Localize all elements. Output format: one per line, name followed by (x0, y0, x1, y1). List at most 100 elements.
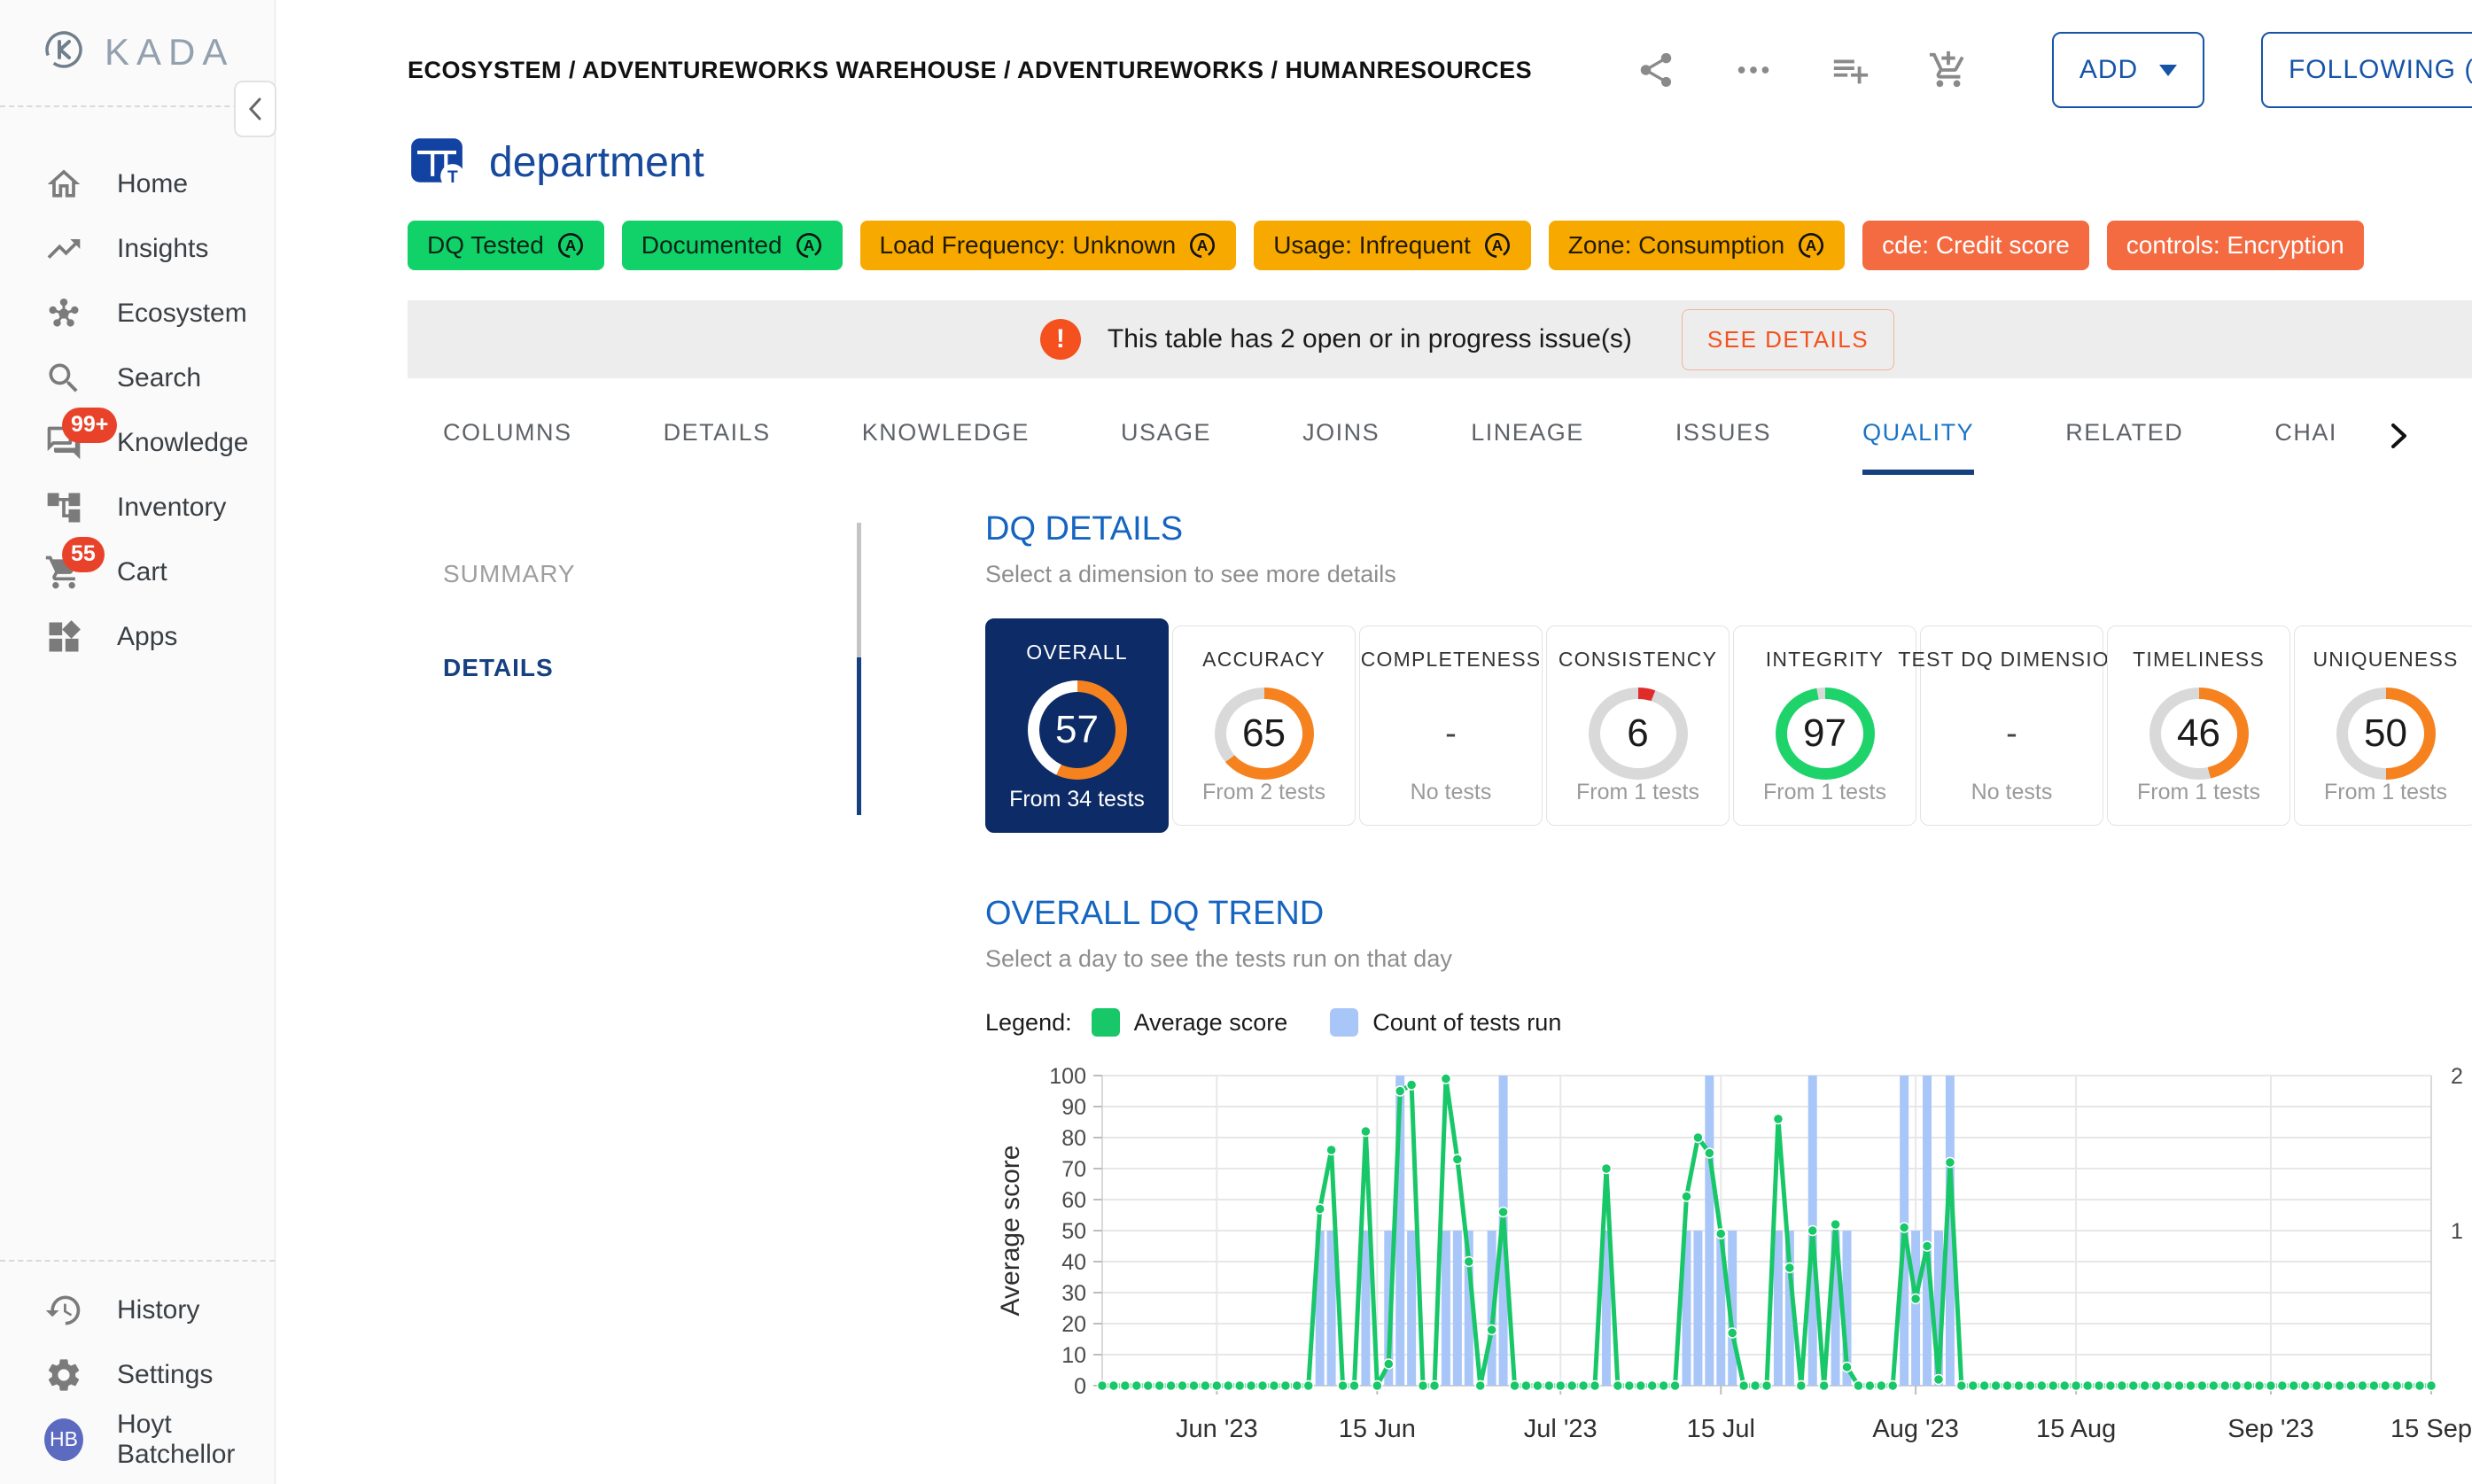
dq-card-test-dq-dimension[interactable]: TEST DQ DIMENSION - No tests (1920, 625, 2103, 826)
sidebar-item-search[interactable]: Search (0, 346, 275, 410)
quality-subnav: SUMMARY DETAILS (408, 510, 861, 1484)
issues-alert-banner: ! This table has 2 open or in progress i… (408, 300, 2472, 378)
svg-text:50: 50 (1061, 1219, 1086, 1244)
dq-score-ring: 46 (2149, 688, 2249, 780)
dq-score-ring: 6 (1589, 688, 1688, 780)
dq-card-completeness[interactable]: COMPLETENESS - No tests (1359, 625, 1543, 826)
svg-text:15 Jun: 15 Jun (1339, 1415, 1416, 1443)
auto-tag-icon: A (1797, 231, 1825, 260)
cart-badge: 55 (62, 537, 105, 572)
avatar: HB (44, 1418, 83, 1461)
sidebar-item-history[interactable]: History (0, 1278, 275, 1342)
dq-dimension-cards: OVERALL 57 From 34 tests ACCURACY 65 Fro… (985, 625, 2472, 833)
dq-card-timeliness[interactable]: TIMELINESS 46 From 1 tests (2107, 625, 2290, 826)
svg-text:A: A (565, 237, 577, 254)
svg-text:Jun '23: Jun '23 (1176, 1415, 1258, 1443)
sidebar-item-cart[interactable]: 55 Cart (0, 540, 275, 604)
user-name: Hoyt Batchellor (117, 1410, 275, 1470)
warning-icon: ! (1040, 319, 1081, 360)
hub-icon (44, 294, 83, 333)
tab-knowledge[interactable]: KNOWLEDGE (862, 419, 1030, 475)
svg-text:40: 40 (1061, 1250, 1086, 1275)
trending-up-icon (44, 229, 83, 268)
tag-load-frequency[interactable]: Load Frequency: Unknown A (860, 221, 1237, 270)
tag-documented[interactable]: Documented A (622, 221, 843, 270)
tag-zone[interactable]: Zone: Consumption A (1549, 221, 1845, 270)
tag-chips: DQ Tested A Documented A Load Frequency:… (408, 221, 2472, 270)
tab-related[interactable]: RELATED (2065, 419, 2183, 475)
tab-joins[interactable]: JOINS (1302, 419, 1380, 475)
dq-trend-subtitle: Select a day to see the tests run on tha… (985, 945, 2472, 973)
sidebar: KADA Home Insights (0, 0, 276, 1484)
sidebar-collapse-button[interactable] (234, 81, 276, 137)
auto-tag-icon: A (795, 231, 823, 260)
svg-text:T: T (447, 168, 458, 187)
legend-swatch-blue (1330, 1008, 1358, 1037)
sidebar-item-inventory[interactable]: Inventory (0, 475, 275, 540)
sidebar-item-settings[interactable]: Settings (0, 1342, 275, 1407)
brand: KADA (0, 0, 275, 77)
dq-details-subtitle: Select a dimension to see more details (985, 561, 2472, 588)
add-to-cart-icon[interactable] (1928, 50, 1969, 90)
tag-usage[interactable]: Usage: Infrequent A (1254, 221, 1531, 270)
dq-card-overall[interactable]: OVERALL 57 From 34 tests (985, 618, 1169, 833)
tab-lineage[interactable]: LINEAGE (1471, 419, 1584, 475)
gear-icon (44, 1356, 83, 1395)
more-options-icon[interactable] (1733, 50, 1774, 90)
tag-controls[interactable]: controls: Encryption (2107, 221, 2364, 270)
svg-text:2: 2 (2451, 1064, 2463, 1089)
subnav-summary[interactable]: SUMMARY (443, 560, 857, 588)
svg-text:70: 70 (1061, 1157, 1086, 1182)
caret-down-icon (2159, 65, 2177, 76)
sidebar-item-ecosystem[interactable]: Ecosystem (0, 281, 275, 346)
svg-text:A: A (1806, 237, 1817, 254)
dq-card-consistency[interactable]: CONSISTENCY 6 From 1 tests (1546, 625, 1730, 826)
dq-card-accuracy[interactable]: ACCURACY 65 From 2 tests (1172, 625, 1356, 826)
sidebar-nav: Home Insights (0, 152, 275, 669)
legend-title: Legend: (985, 1009, 1072, 1037)
sidebar-item-knowledge[interactable]: 99+ Knowledge (0, 410, 275, 475)
add-button[interactable]: ADD (2052, 32, 2204, 108)
chart-legend: Legend: Average score Count of tests run (985, 1008, 2472, 1037)
sidebar-item-insights[interactable]: Insights (0, 216, 275, 281)
tag-cde[interactable]: cde: Credit score (1862, 221, 2089, 270)
sidebar-footer-divider (0, 1260, 275, 1262)
tab-quality[interactable]: QUALITY (1862, 419, 1974, 475)
kada-logo-icon (41, 27, 87, 77)
tab-changes-truncated[interactable]: CHAI (2274, 419, 2337, 475)
search-icon (44, 359, 83, 398)
table-icon: T (408, 131, 466, 194)
share-icon[interactable] (1636, 50, 1676, 90)
svg-text:Aug '23: Aug '23 (1872, 1415, 1958, 1443)
subnav-details[interactable]: DETAILS (443, 654, 857, 682)
svg-text:15 Jul: 15 Jul (1687, 1415, 1755, 1443)
tab-issues[interactable]: ISSUES (1675, 419, 1771, 475)
main-content: ECOSYSTEM / ADVENTUREWORKS WAREHOUSE / A… (276, 0, 2472, 1484)
svg-text:80: 80 (1061, 1126, 1086, 1151)
tab-columns[interactable]: COLUMNS (443, 419, 572, 475)
svg-text:Jul '23: Jul '23 (1524, 1415, 1597, 1443)
svg-text:15 Sep: 15 Sep (2390, 1415, 2472, 1443)
dq-score-ring: 57 (1028, 680, 1127, 780)
knowledge-badge: 99+ (62, 408, 117, 443)
following-button[interactable]: FOLLOWING (1) (2261, 32, 2472, 108)
dq-card-integrity[interactable]: INTEGRITY 97 From 1 tests (1733, 625, 1916, 826)
dq-trend-chart[interactable]: 0102030405060708090100Jun '2315 JunJul '… (985, 1051, 2472, 1484)
playlist-add-icon[interactable] (1831, 50, 1871, 90)
sidebar-item-apps[interactable]: Apps (0, 604, 275, 669)
dq-details-heading: DQ DETAILS (985, 510, 2472, 548)
tab-usage[interactable]: USAGE (1121, 419, 1211, 475)
dq-score-ring: 97 (1776, 688, 1875, 780)
tabs-scroll-right-icon[interactable] (2387, 421, 2410, 475)
tag-dq-tested[interactable]: DQ Tested A (408, 221, 604, 270)
svg-text:30: 30 (1061, 1281, 1086, 1306)
see-details-button[interactable]: SEE DETAILS (1682, 309, 1894, 370)
dq-score-ring: 50 (2336, 688, 2436, 780)
sidebar-item-home[interactable]: Home (0, 152, 275, 216)
dq-card-uniqueness[interactable]: UNIQUENESS 50 From 1 tests (2294, 625, 2472, 826)
user-menu[interactable]: HB Hoyt Batchellor (0, 1407, 275, 1472)
dq-score-ring: - (1402, 688, 1501, 780)
breadcrumb[interactable]: ECOSYSTEM / ADVENTUREWORKS WAREHOUSE / A… (408, 57, 1532, 84)
tab-details[interactable]: DETAILS (664, 419, 771, 475)
svg-text:1: 1 (2451, 1219, 2463, 1244)
